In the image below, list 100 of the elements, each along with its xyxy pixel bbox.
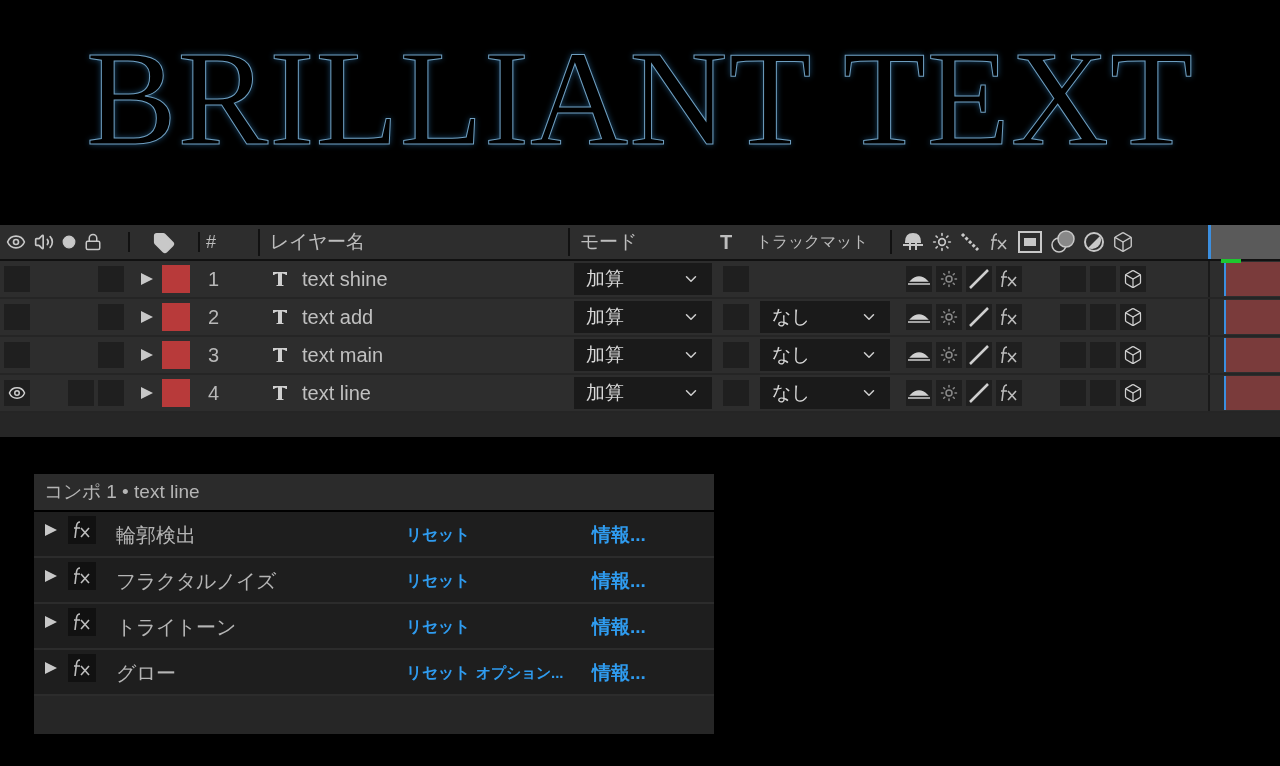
lock-icon [84, 233, 102, 251]
expand-triangle-icon[interactable] [44, 523, 58, 537]
layer-row[interactable]: 1 text shine 加算 [0, 261, 1280, 299]
label-color-swatch[interactable] [162, 341, 190, 369]
half-circle-icon [1084, 232, 1104, 252]
track-matte-dropdown[interactable]: なし [760, 377, 890, 409]
about-link[interactable]: 情報... [592, 520, 646, 550]
dotted-slash-icon [960, 232, 980, 252]
cube-icon [1112, 231, 1134, 253]
visibility-toggle[interactable] [4, 380, 30, 406]
expand-triangle-icon[interactable] [44, 569, 58, 583]
label-color-swatch[interactable] [162, 379, 190, 407]
fx-icon [71, 566, 93, 586]
fx-icon [71, 520, 93, 540]
effect-row[interactable]: トライトーン リセット 情報... [34, 604, 714, 650]
effect-name: トライトーン [116, 615, 237, 640]
collapse-switch[interactable] [936, 342, 962, 368]
about-link[interactable]: 情報... [592, 612, 646, 642]
effect-row[interactable]: 輪郭検出 リセット 情報... [34, 512, 714, 558]
quality-switch[interactable] [966, 304, 992, 330]
sun-icon [940, 384, 958, 402]
slash-icon [968, 268, 990, 290]
layer-duration-bar[interactable] [1224, 338, 1280, 372]
eye-icon [6, 232, 26, 252]
mode-dropdown[interactable]: 加算 [574, 301, 712, 333]
track-matte-dropdown[interactable]: なし [760, 301, 890, 333]
fx-icon [988, 232, 1010, 252]
effect-name: グロー [116, 661, 177, 686]
collapse-switch[interactable] [936, 304, 962, 330]
layer-number: 3 [207, 343, 221, 368]
effect-row[interactable]: フラクタルノイズ リセット 情報... [34, 558, 714, 604]
mode-dropdown[interactable]: 加算 [574, 339, 712, 371]
label-color-swatch[interactable] [162, 265, 190, 293]
film-frame-icon [1018, 231, 1042, 253]
shy-switch[interactable] [906, 266, 932, 292]
expand-triangle-icon[interactable] [140, 386, 154, 400]
speaker-icon [34, 232, 54, 252]
expand-triangle-icon[interactable] [44, 661, 58, 675]
fx-icon [998, 345, 1020, 365]
layer-row[interactable]: 2 text add 加算 なし [0, 299, 1280, 337]
expand-triangle-icon[interactable] [140, 272, 154, 286]
reset-link[interactable]: リセット [406, 661, 476, 685]
3d-layer-switch[interactable] [1120, 304, 1146, 330]
mode-dropdown[interactable]: 加算 [574, 377, 712, 409]
effects-switch[interactable] [996, 304, 1022, 330]
shy-switch[interactable] [906, 304, 932, 330]
layer-name[interactable]: text main [302, 340, 384, 370]
track-matte-dropdown[interactable]: なし [760, 339, 890, 371]
text-layer-icon [272, 271, 288, 287]
fx-icon [71, 612, 93, 632]
text-layer-icon [272, 385, 288, 401]
layer-duration-bar[interactable] [1224, 262, 1280, 296]
mode-dropdown[interactable]: 加算 [574, 263, 712, 295]
quality-switch[interactable] [966, 380, 992, 406]
effect-name: 輪郭検出 [116, 523, 197, 548]
shy-icon [907, 349, 931, 361]
shy-switch[interactable] [906, 342, 932, 368]
options-link[interactable]: オプション... [476, 661, 564, 685]
layer-duration-bar[interactable] [1224, 300, 1280, 334]
effects-switch[interactable] [996, 342, 1022, 368]
shy-icon [907, 311, 931, 323]
reset-link[interactable]: リセット [406, 615, 476, 639]
layer-row[interactable]: 3 text main 加算 なし [0, 337, 1280, 375]
effect-row[interactable]: グロー リセット オプション... 情報... [34, 650, 714, 696]
eye-icon [8, 384, 26, 402]
layer-name[interactable]: text add [302, 302, 374, 332]
expand-triangle-icon[interactable] [44, 615, 58, 629]
reset-link[interactable]: リセット [406, 523, 476, 547]
layer-name[interactable]: text line [302, 378, 371, 408]
layer-name[interactable]: text shine [302, 264, 388, 294]
3d-layer-switch[interactable] [1120, 266, 1146, 292]
quality-switch[interactable] [966, 266, 992, 292]
text-layer-icon [272, 309, 288, 325]
layer-number: 1 [207, 267, 221, 292]
column-header: トラックマット [756, 230, 892, 254]
layer-duration-bar[interactable] [1224, 376, 1280, 410]
label-color-swatch[interactable] [162, 303, 190, 331]
expand-triangle-icon[interactable] [140, 310, 154, 324]
effects-switch[interactable] [996, 380, 1022, 406]
shy-switch[interactable] [906, 380, 932, 406]
collapse-switch[interactable] [936, 266, 962, 292]
fx-icon [71, 658, 93, 678]
about-link[interactable]: 情報... [592, 566, 646, 596]
dot-icon [62, 235, 76, 249]
about-link[interactable]: 情報... [592, 658, 646, 688]
effect-name: フラクタルノイズ [116, 569, 277, 594]
cube-icon [1123, 383, 1143, 403]
slash-icon [968, 344, 990, 366]
expand-triangle-icon[interactable] [140, 348, 154, 362]
shy-icon [907, 273, 931, 285]
tag-icon [153, 232, 175, 254]
layer-row[interactable]: 4 text line 加算 なし [0, 375, 1280, 413]
column-header: T [720, 230, 734, 255]
3d-layer-switch[interactable] [1120, 380, 1146, 406]
reset-link[interactable]: リセット [406, 569, 476, 593]
3d-layer-switch[interactable] [1120, 342, 1146, 368]
sun-icon [932, 232, 952, 252]
quality-switch[interactable] [966, 342, 992, 368]
effects-switch[interactable] [996, 266, 1022, 292]
collapse-switch[interactable] [936, 380, 962, 406]
